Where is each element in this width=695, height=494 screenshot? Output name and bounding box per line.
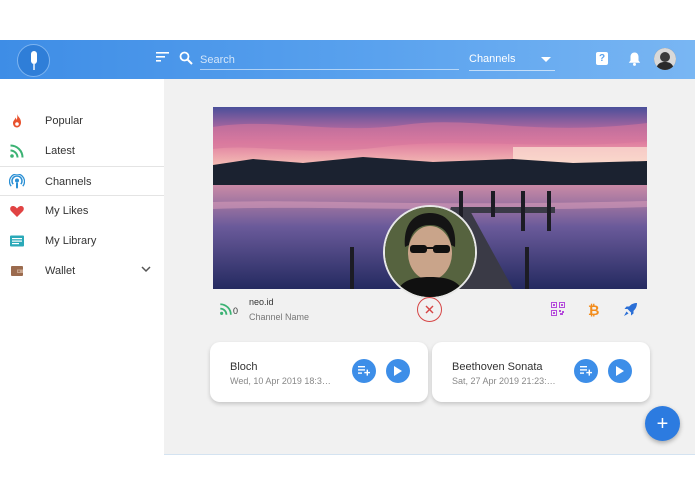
rss-icon — [10, 144, 24, 158]
close-icon — [425, 305, 434, 314]
play-icon — [616, 366, 624, 376]
flame-icon — [13, 114, 21, 128]
episode-card[interactable]: Bloch Wed, 10 Apr 2019 18:30:59 — [210, 342, 428, 402]
episode-card[interactable]: Beethoven Sonata Sat, 27 Apr 2019 21:23:… — [432, 342, 650, 402]
sidebar-item-label: Wallet — [45, 265, 76, 277]
user-avatar[interactable] — [654, 48, 676, 70]
wallet-icon — [11, 266, 23, 276]
help-icon[interactable]: ? — [596, 52, 608, 65]
channel-avatar[interactable] — [383, 205, 477, 299]
app-shell: Channels ? Popular — [0, 40, 695, 455]
add-fab-button[interactable]: + — [645, 406, 680, 441]
episode-title: Beethoven Sonata — [452, 361, 543, 373]
bell-icon[interactable] — [628, 52, 641, 66]
sidebar-item-label: My Library — [45, 235, 97, 247]
fab-label: + — [656, 412, 669, 435]
add-to-playlist-button[interactable] — [352, 359, 376, 383]
chevron-down-icon — [541, 57, 551, 62]
search-icon[interactable] — [179, 51, 193, 65]
svg-text:₿: ₿ — [588, 302, 599, 317]
channel-id: neo.id — [249, 297, 274, 307]
sidebar-item-latest[interactable]: Latest — [0, 136, 164, 166]
app-logo[interactable] — [17, 44, 50, 77]
sidebar-item-label: Latest — [45, 145, 75, 157]
subscriber-count: 0 — [233, 306, 239, 316]
sidebar-item-wallet[interactable]: Wallet — [0, 256, 164, 286]
chevron-down-icon[interactable] — [141, 266, 151, 273]
playlist-add-icon — [580, 366, 592, 376]
channel-name: Channel Name — [249, 312, 310, 322]
library-icon — [10, 235, 24, 247]
podcast-icon — [9, 174, 25, 189]
rss-icon[interactable] — [219, 302, 233, 316]
sidebar-item-my-library[interactable]: My Library — [0, 226, 164, 256]
rocket-icon[interactable] — [623, 302, 638, 317]
top-bar: Channels ? — [0, 40, 695, 79]
sidebar-item-popular[interactable]: Popular — [0, 106, 164, 136]
channels-select-value: Channels — [469, 53, 516, 65]
sidebar-item-label: My Likes — [45, 205, 89, 217]
episode-title: Bloch — [230, 361, 258, 373]
playlist-add-icon — [358, 366, 370, 376]
sidebar-item-channels[interactable]: Channels — [0, 166, 164, 196]
play-button[interactable] — [386, 359, 410, 383]
play-icon — [394, 366, 402, 376]
qr-code-icon[interactable] — [551, 302, 565, 316]
sidebar: Popular Latest Channels My Likes My Libr… — [0, 79, 164, 455]
channels-select[interactable]: Channels — [469, 50, 555, 71]
play-button[interactable] — [608, 359, 632, 383]
microphone-icon — [30, 50, 37, 70]
heart-icon — [10, 206, 24, 217]
episode-date: Sat, 27 Apr 2019 21:23:14 — [452, 376, 556, 386]
menu-icon[interactable] — [156, 52, 169, 62]
add-to-playlist-button[interactable] — [574, 359, 598, 383]
sidebar-item-label: Popular — [45, 115, 83, 127]
sidebar-item-label: Channels — [45, 176, 92, 188]
episode-date: Wed, 10 Apr 2019 18:30:59 — [230, 376, 334, 386]
sidebar-item-my-likes[interactable]: My Likes — [0, 196, 164, 226]
close-button[interactable] — [417, 297, 442, 322]
bitcoin-icon[interactable]: ₿ — [588, 302, 600, 317]
search-input[interactable] — [200, 50, 459, 70]
